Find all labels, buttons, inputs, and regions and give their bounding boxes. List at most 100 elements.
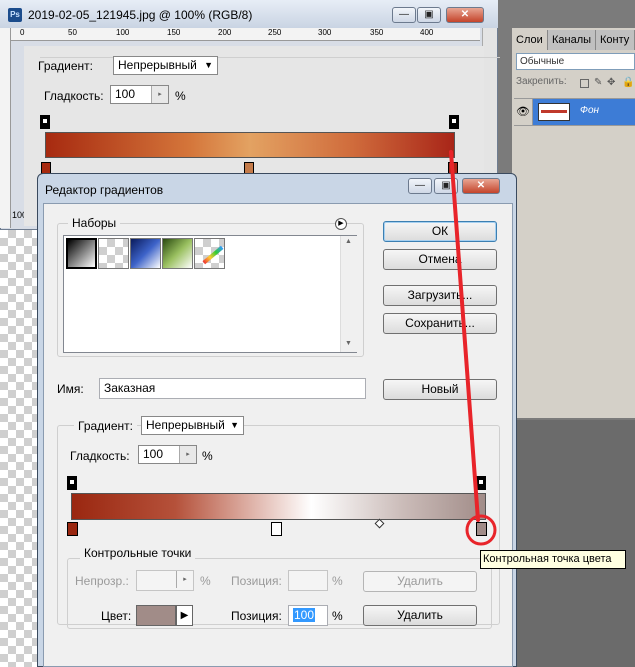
presets-list [63,235,357,353]
color-position-value: 100 [293,608,316,622]
delete-opacity-stop-button[interactable]: Удалить [363,571,477,592]
color-position-input[interactable]: 100 [288,605,328,626]
bg-smoothness-input[interactable]: 100 ▸ [110,85,169,104]
name-label: Имя: [57,382,84,396]
presets-menu-icon[interactable]: ▶ [335,218,347,230]
divider [40,57,500,59]
bg-opacity-stop-left[interactable] [40,115,50,129]
layer-thumbnail [538,103,570,121]
horizontal-ruler: 0 50 100 150 200 250 300 350 400 [10,28,480,41]
close-icon[interactable]: ✕ [446,7,484,23]
bg-gradient-type-select[interactable]: Непрерывный ▼ [113,56,218,75]
bg-percent-sign: % [175,89,186,103]
ruler-tick: 300 [318,28,332,37]
color-label: Цвет: [101,609,132,623]
save-button[interactable]: Сохранить... [383,313,497,334]
smoothness-value: 100 [143,447,164,461]
chevron-down-icon: ▼ [204,60,213,70]
transparent-canvas [0,230,40,667]
maximize-icon[interactable]: ▣ [417,7,441,23]
tab-paths[interactable]: Конту [596,30,635,50]
dialog-title: Редактор градиентов [45,183,164,197]
opacity-position-percent: % [332,574,343,588]
gradient-type-select[interactable]: Непрерывный ▼ [141,416,244,435]
maximize-icon[interactable]: ▣ [434,178,458,194]
smoothness-label: Гладкость: [70,449,130,463]
load-button[interactable]: Загрузить... [383,285,497,306]
ruler-tick: 50 [68,28,77,37]
document-title: 2019-02-05_121945.jpg @ 100% (RGB/8) [28,8,253,22]
ruler-tick: 100 [116,28,130,37]
gradient-type-label: Градиент: [74,419,138,433]
ruler-tick: 400 [420,28,434,37]
delete-color-stop-button[interactable]: Удалить [363,605,477,626]
ruler-tick: 250 [268,28,282,37]
gradient-type-value: Непрерывный [146,418,225,432]
opacity-input[interactable]: ▸ [136,570,194,591]
preset-rainbow[interactable] [194,238,225,269]
tab-channels[interactable]: Каналы [548,30,596,50]
preset-transparent[interactable] [98,238,129,269]
color-stop-selected[interactable] [476,522,487,536]
scroll-up-icon[interactable]: ▲ [345,238,352,245]
scroll-down-icon[interactable]: ▼ [345,340,352,347]
spin-arrow-icon[interactable]: ▸ [151,86,168,103]
blend-mode-select[interactable]: Обычные [516,53,635,70]
stops-group-label: Контрольные точки [80,546,196,560]
color-menu-arrow-icon[interactable]: ▶ [176,605,193,626]
lock-label: Закрепить: [516,76,567,87]
lock-brush-icon[interactable]: ✎ [594,77,602,88]
bg-gradient-label: Градиент: [38,59,94,73]
layer-row[interactable]: 👁 Фон [514,98,635,126]
photoshop-logo-icon: Ps [8,8,22,22]
close-icon[interactable]: ✕ [462,178,500,194]
smoothness-percent: % [202,449,213,463]
spin-arrow-icon[interactable]: ▸ [179,446,196,463]
ruler-tick: 350 [370,28,384,37]
panel-tabs: Слои Каналы Конту [512,30,635,50]
ruler-tick: 200 [218,28,232,37]
color-stop-middle[interactable] [271,522,282,536]
new-button[interactable]: Новый [383,379,497,400]
presets-label: Наборы [68,216,121,230]
tooltip: Контрольная точка цвета [480,550,626,569]
bg-opacity-stop-right[interactable] [449,115,459,129]
spin-arrow-icon[interactable]: ▸ [176,571,193,588]
bg-gradient-type-value: Непрерывный [118,58,197,72]
minimize-icon[interactable]: — [408,178,432,194]
bg-gradient-bar[interactable] [45,132,455,158]
ruler-tick: 0 [20,28,25,37]
presets-scrollbar[interactable]: ▲ ▼ [340,236,357,352]
workspace-area [512,420,635,667]
bg-smoothness-value: 100 [115,87,136,101]
opacity-stop-left[interactable] [67,476,77,490]
color-stop-left[interactable] [67,522,78,536]
preset-blue[interactable] [130,238,161,269]
smoothness-input[interactable]: 100 ▸ [138,445,197,464]
gradient-bar[interactable] [71,493,486,520]
ruler-tick: 150 [167,28,181,37]
eye-icon[interactable]: 👁 [514,99,533,125]
bg-smoothness-label: Гладкость: [44,89,104,103]
opacity-percent: % [200,574,211,588]
layer-name: Фон [580,105,600,116]
ok-button[interactable]: ОК [383,221,497,242]
vertical-ruler [0,28,11,228]
lock-move-icon[interactable]: ✥ [607,77,615,88]
opacity-stop-right[interactable] [476,476,486,490]
lock-transparency-icon[interactable] [580,79,589,88]
preset-black-white[interactable] [66,238,97,269]
minimize-icon[interactable]: — [392,7,416,23]
color-position-percent: % [332,609,343,623]
color-swatch[interactable] [136,605,176,626]
opacity-position-input[interactable] [288,570,328,591]
preset-green[interactable] [162,238,193,269]
opacity-label: Непрозр.: [75,574,129,588]
color-position-label: Позиция: [231,609,282,623]
name-input[interactable]: Заказная [99,378,366,399]
lock-all-icon[interactable]: 🔒 [622,77,634,88]
opacity-position-label: Позиция: [231,574,282,588]
tab-layers[interactable]: Слои [512,30,548,50]
cancel-button[interactable]: Отмена [383,249,497,270]
chevron-down-icon: ▼ [230,420,239,430]
